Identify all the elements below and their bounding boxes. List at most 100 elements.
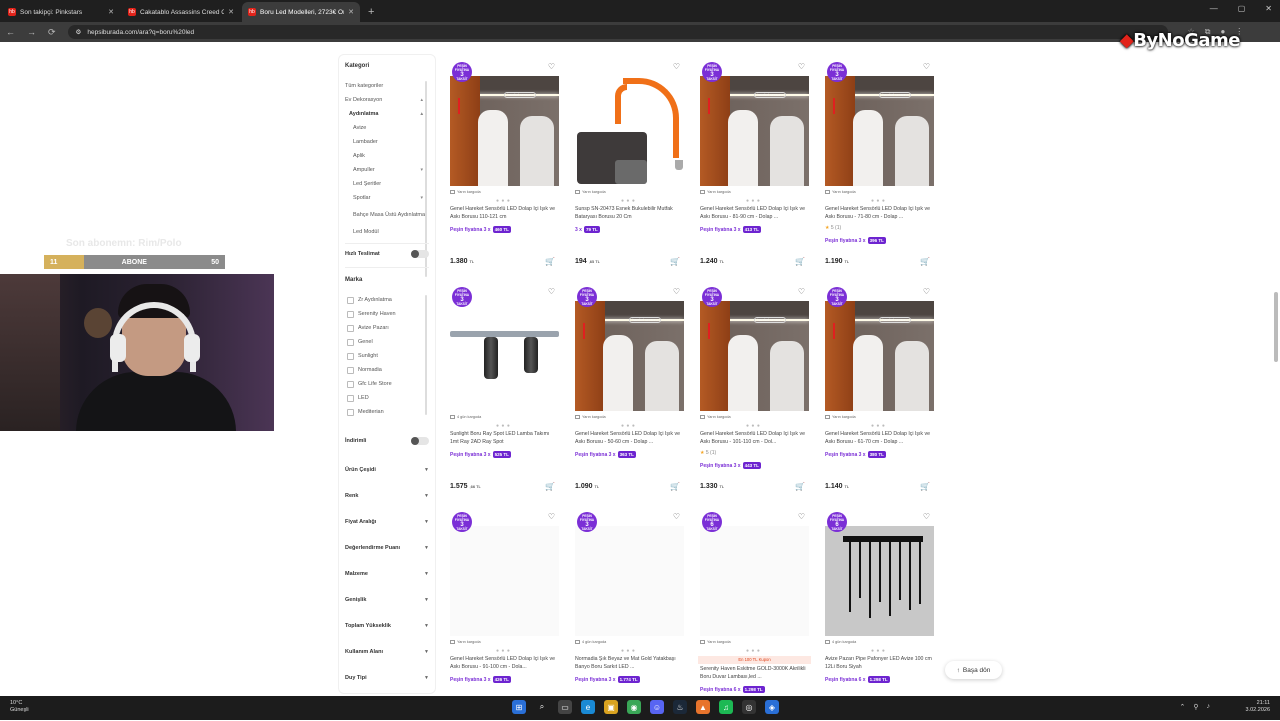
hizli-teslimat-row[interactable]: Hızlı Teslimat (345, 250, 429, 258)
filter-group[interactable]: Duy Tipi ▼ (345, 665, 429, 691)
basa-don-button[interactable]: ↑ Başa dön (945, 661, 1002, 679)
product-name[interactable]: Genel Hareket Sensörlü LED Dolap İçi Işı… (700, 431, 808, 447)
product-name[interactable]: Sunlight Boru Ray Spot LED Lamba Takımı … (450, 431, 558, 447)
brand-checkbox[interactable] (347, 324, 354, 332)
add-to-cart-icon[interactable]: 🛒 (545, 257, 555, 266)
image-carousel-dots[interactable]: ● ● ● (871, 198, 885, 204)
vlc-icon[interactable]: ▲ (696, 700, 710, 714)
brand-item[interactable]: Zr Aydınlatma (347, 293, 427, 307)
category-item[interactable]: Bahçe Masa Üstü Aydınlatma (345, 205, 427, 225)
file-explorer-icon[interactable]: ▣ (604, 700, 618, 714)
image-carousel-dots[interactable]: ● ● ● (746, 198, 760, 204)
product-card[interactable]: PEŞİN FİYATINA 3 TAKSİT ♡ 4 gün kargoda ● ● ●… (573, 508, 686, 721)
product-name[interactable]: Genel Hareket Sensörlü LED Dolap İçi Işı… (450, 206, 558, 222)
hizli-teslimat-toggle[interactable] (411, 250, 429, 258)
category-item[interactable]: Avize (345, 121, 427, 135)
brand-item[interactable]: Mediterian (347, 405, 427, 419)
category-item[interactable]: Ampuller ▾ (345, 163, 427, 177)
filter-group[interactable]: Değerlendirme Puanı ▼ (345, 535, 429, 561)
product-card[interactable]: hareket sensoru PEŞİN FİYATINA 3 TAKSİT ♡ Yar… (823, 283, 936, 496)
category-item[interactable]: Aplik (345, 149, 427, 163)
product-name[interactable]: Avize Pazarı Pipe Pafonyer LED Avize 100… (825, 656, 933, 672)
filter-group[interactable]: Fiyat Aralığı ▼ (345, 509, 429, 535)
close-window-icon[interactable]: ✕ (1265, 4, 1272, 13)
brand-item[interactable]: Serenity Haven (347, 307, 427, 321)
weather-widget[interactable]: 10°C Güneşli (10, 700, 29, 714)
brand-checkbox[interactable] (347, 408, 354, 416)
brand-checkbox[interactable] (347, 380, 354, 388)
brand-checkbox[interactable] (347, 366, 354, 374)
product-card[interactable]: hareket sensoru PEŞİN FİYATINA 3 TAKSİT ♡ Yar… (823, 58, 936, 271)
indirimli-toggle[interactable] (411, 437, 429, 445)
favorite-heart-icon[interactable]: ♡ (548, 512, 555, 521)
favorite-heart-icon[interactable]: ♡ (798, 287, 805, 296)
image-carousel-dots[interactable]: ● ● ● (746, 648, 760, 654)
product-name[interactable]: Genel Hareket Sensörlü LED Dolap İçi Işı… (575, 431, 683, 447)
product-image[interactable] (700, 526, 809, 636)
image-carousel-dots[interactable]: ● ● ● (871, 648, 885, 654)
product-card[interactable]: hareket sensoru PEŞİN FİYATINA 3 TAKSİT ♡ Yar… (573, 283, 686, 496)
add-to-cart-icon[interactable]: 🛒 (670, 257, 680, 266)
product-card[interactable]: hareket sensoru PEŞİN FİYATINA 3 TAKSİT ♡ Yar… (698, 283, 811, 496)
search-icon[interactable]: ⌕ (535, 700, 549, 714)
brand-scrollbar[interactable] (425, 295, 427, 415)
close-tab-icon[interactable]: ✕ (108, 8, 114, 16)
product-name[interactable]: Sunsp SN-20473 Esnek Bukulebilir Mutfak … (575, 206, 683, 222)
product-image[interactable] (575, 526, 684, 636)
chevron-icon[interactable]: ▴ (420, 111, 423, 117)
brand-checkbox[interactable] (347, 310, 354, 318)
product-name[interactable]: Genel Hareket Sensörlü LED Dolap İçi Işı… (450, 656, 558, 672)
brand-item[interactable]: Avize Pazarı (347, 321, 427, 335)
brand-item[interactable]: LED (347, 391, 427, 405)
category-item[interactable]: Led Şeritler (345, 177, 427, 191)
favorite-heart-icon[interactable]: ♡ (923, 62, 930, 71)
taskbar-clock[interactable]: 21:11 3.02.2026 (1246, 700, 1270, 714)
favorite-heart-icon[interactable]: ♡ (548, 62, 555, 71)
filter-group[interactable]: Malzeme ▼ (345, 561, 429, 587)
filter-group[interactable]: Toplam Yükseklik ▼ (345, 613, 429, 639)
spotify-icon[interactable]: ♫ (719, 700, 733, 714)
brand-checkbox[interactable] (347, 394, 354, 402)
product-image[interactable] (825, 526, 934, 636)
add-to-cart-icon[interactable]: 🛒 (795, 257, 805, 266)
image-carousel-dots[interactable]: ● ● ● (496, 198, 510, 204)
product-image[interactable]: hareket sensoru (825, 301, 934, 411)
minimize-icon[interactable]: — (1210, 4, 1218, 13)
chevron-icon[interactable]: ▴ (420, 97, 423, 103)
edge-icon[interactable]: e (581, 700, 595, 714)
windows-start-icon[interactable]: ⊞ (512, 700, 526, 714)
favorite-heart-icon[interactable]: ♡ (798, 512, 805, 521)
category-item[interactable]: Ev Dekorasyon ▴ (345, 93, 427, 107)
product-image[interactable]: hareket sensoru (825, 76, 934, 186)
browser-tab[interactable]: hb Cakatablo Assassins Creed Od... ✕ (122, 2, 240, 22)
filter-group[interactable]: Renk ▼ (345, 483, 429, 509)
category-item[interactable]: Lambader (345, 135, 427, 149)
add-to-cart-icon[interactable]: 🛒 (545, 482, 555, 491)
brand-checkbox[interactable] (347, 352, 354, 360)
image-carousel-dots[interactable]: ● ● ● (621, 198, 635, 204)
brand-item[interactable]: Genel (347, 335, 427, 349)
maximize-icon[interactable]: ▢ (1238, 4, 1246, 13)
image-carousel-dots[interactable]: ● ● ● (496, 648, 510, 654)
obs-icon[interactable]: ◎ (742, 700, 756, 714)
indirimli-row[interactable]: İndirimli (345, 437, 429, 445)
forward-icon[interactable]: → (27, 27, 36, 37)
chevron-icon[interactable]: ▾ (420, 195, 423, 201)
image-carousel-dots[interactable]: ● ● ● (746, 423, 760, 429)
image-carousel-dots[interactable]: ● ● ● (621, 423, 635, 429)
volume-icon[interactable]: ♪ (1207, 703, 1211, 711)
favorite-heart-icon[interactable]: ♡ (548, 287, 555, 296)
add-to-cart-icon[interactable]: 🛒 (920, 257, 930, 266)
chevron-icon[interactable]: ▾ (420, 167, 423, 173)
back-icon[interactable]: ← (6, 27, 15, 37)
product-card[interactable]: hareket sensoru PEŞİN FİYATINA 3 TAKSİT ♡ Yar… (448, 58, 561, 271)
product-name[interactable]: Genel Hareket Sensörlü LED Dolap İçi Işı… (825, 206, 933, 222)
brand-checkbox[interactable] (347, 338, 354, 346)
favorite-heart-icon[interactable]: ♡ (798, 62, 805, 71)
add-to-cart-icon[interactable]: 🛒 (670, 482, 680, 491)
task-view-icon[interactable]: ▭ (558, 700, 572, 714)
brand-item[interactable]: Gfc Life Store (347, 377, 427, 391)
brand-item[interactable]: Normadia (347, 363, 427, 377)
product-name[interactable]: Genel Hareket Sensörlü LED Dolap İçi Işı… (825, 431, 933, 447)
product-image[interactable] (450, 526, 559, 636)
